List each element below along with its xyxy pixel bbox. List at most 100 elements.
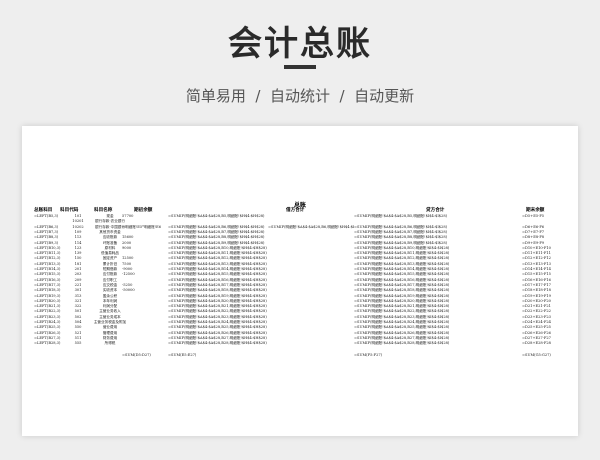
table-row: =LEFT(B24,3) 504 主营业务税金及附加 =SUMIF(明细账!$A$4:… [22, 320, 578, 325]
table-cell: =D10+E10-F10 [522, 245, 551, 250]
table-cell: 114 [74, 240, 82, 245]
table-cell: =LEFT(B7,3) [34, 229, 59, 234]
table-cell: 12500 [122, 256, 134, 261]
table-row: =LEFT(B7,3) 109 其他货币资金 =SUMIF(明细账!$A$4:$A$2… [22, 230, 578, 235]
table-cell: =D21+E21-F21 [522, 304, 551, 309]
table-cell: =SUMIF(明细账!$A$4:$A$28,B5,明细账!$I$4:$I$28) [354, 214, 448, 218]
table-cell: =LEFT(B15,3) [34, 272, 61, 277]
table-cell: 109 [74, 229, 82, 234]
table-cell: =D27+E27-F27 [522, 335, 551, 340]
table-cell: =LEFT(B23,3) [34, 314, 61, 319]
table-cell: =SUMIF(明细账!$A$4:$A$28,B11,明细账!$I$4:$I$28… [354, 251, 450, 256]
table-cell: 主营业务收入 [99, 309, 121, 314]
table-cell: =SUMIF(明细账!$A$4:$A$28,B27,明细账!$H$4:$H$28… [168, 335, 267, 340]
hero-subtitle: 简单易用 / 自动统计 / 自动更新 [185, 87, 415, 105]
table-row: =LEFT(B8,3) 113 应收账款 15600 =SUMIF(明细账!$A$4:$… [22, 235, 578, 240]
table-cell: =SUMIF(明细账!$A$4:$A$28,B26,明细账!$H$4:$H$28… [168, 330, 267, 335]
table-cell: =SUMIF(明细账!$A$4:$A$28,B8,明细账!$H$4:$H$28) [168, 235, 265, 240]
table-cell: =LEFT(B24,3) [34, 320, 61, 324]
header-account: 总账科目 [34, 208, 53, 213]
table-cell: =SUMIF(明细账!$A$4:$A$28,B25,明细账!$I$4:$I$28… [354, 325, 450, 330]
hero-title: 会计总账 [228, 24, 372, 64]
table-cell: =SUMIF(明细账!$A$4:$A$28,B21,明细账!$I$4:$I$28… [354, 304, 450, 309]
table-cell: =SUMIF(明细账!$A$4:$A$28,B7,明细账!$I$4:$I$28) [354, 229, 448, 234]
table-cell: =LEFT(B25,3) [34, 325, 61, 330]
table-cell: 313 [74, 293, 82, 298]
table-cell: =SUMIF(明细账!$A$4:$A$28,B10,明细账!$H$4:$H$28… [168, 245, 267, 250]
table-row: =LEFT(B26,3) 521 管理费用 =SUMIF(明细账!$A$4:$A$28… [22, 331, 578, 336]
table-cell: =D23+E23-F23 [522, 314, 551, 319]
table-row: =LEFT(B20,3) 321 本年利润 =SUMIF(明细账!$A$4:$A$28… [22, 299, 578, 304]
table-row: =LEFT(B18,3) 301 实收资本 -50000 =SUMIF(明细账!$A$4… [22, 288, 578, 293]
table-cell: =SUMIF(明细账!$A$4:$A$28,B14,明细账!$I$4:$I$28… [354, 267, 450, 271]
table-cell: =LEFT(B27,3) [34, 335, 61, 340]
header-opening: 期初余额 [134, 208, 153, 213]
table-cell: =LEFT(B17,3) [34, 282, 61, 287]
table-cell: =LEFT(B9,3) [34, 240, 59, 245]
table-cell: =D8+E8-F8 [522, 235, 545, 240]
table-cell: 7500 [122, 261, 132, 266]
table-cell: 181 [74, 261, 82, 266]
table-row: =LEFT(B25,3) 550 营业费用 =SUMIF(明细账!$A$4:$A$28… [22, 325, 578, 330]
table-cell: =LEFT(B28,3) [34, 341, 61, 346]
table-cell: 322 [74, 304, 82, 309]
table-cell: =D28+E28-F28 [522, 341, 551, 346]
table-cell: =SUMIF(明细账!$A$4:$A$28,B17,明细账!$I$4:$I$28… [354, 282, 450, 287]
table-row: =LEFT(B17,3) 221 应交税金 -5250 =SUMIF(明细账!$A$4:… [22, 283, 578, 288]
table-cell: =D18+E18-F18 [522, 288, 551, 293]
table-cell: =D9+E9-F9 [522, 240, 545, 245]
table-cell: =SUMIF(明细账!$A$4:$A$28,B10,明细账!$I$4:$I$28… [354, 245, 450, 250]
table-cell: 201 [74, 267, 82, 271]
table-cell: 银行存款-农业银行 [95, 219, 125, 224]
table-row: =LEFT(B21,3) 322 利润分配 =SUMIF(明细账!$A$4:$A$28… [22, 304, 578, 309]
table-cell: =D15+E15-F15 [522, 272, 551, 277]
total-credit: =SUM(F5:F27) [354, 353, 383, 357]
header-closing: 期末余额 [526, 208, 545, 213]
table-row: =LEFT(B9,3) 114 坏账准备 2000 =SUMIF(明细账!$A$4:$A… [22, 241, 578, 246]
table-cell: 139 [74, 251, 82, 256]
table-cell: =LEFT(B12,3) [34, 256, 61, 261]
table-cell: =SUMIF(明细账!$A$4:$A$28,B24,明细账!$H$4:$H$28… [168, 320, 267, 324]
table-cell: 511 [74, 335, 82, 340]
table-cell: 221 [74, 282, 82, 287]
table-cell: 9000 [122, 245, 132, 250]
table-cell: =SUMIF(明细账!$A$4:$A$28,B26,明细账!$I$4:$I$28… [354, 330, 450, 335]
table-cell: 管理费用 [102, 330, 118, 335]
table-cell: -9000 [122, 267, 133, 271]
table-cell: =D16+E16-F16 [522, 277, 551, 282]
table-cell: =D13+E13-F13 [522, 261, 551, 266]
table-row: =LEFT(B19,3) 313 盈余公积 =SUMIF(明细账!$A$4:$A$28… [22, 294, 578, 299]
table-cell: =LEFT(B26,3) [34, 330, 61, 335]
table-cell: =SUMIF(明细账!$A$4:$A$28,B9,明细账!$I$4:$I$28) [354, 240, 448, 245]
table-row: =LEFT(B10,3) 123 原材料 9000 =SUMIF(明细账!$A$4:$A… [22, 246, 578, 251]
table-cell: 10202 [72, 224, 84, 229]
table-cell: =SUMIF(明细账!$A$4:$A$28,B9,明细账!$H$4:$H$28) [168, 240, 265, 245]
table-cell: =SUMIF(明细账!$A$4:$A$28,B12,明细账!$I$4:$I$28… [354, 256, 450, 261]
table-cell: =D22+E22-F22 [522, 309, 551, 314]
table-cell: =SUMIF(明细账!$A$4:$A$28,B28,明细账!$H$4:$H$28… [168, 341, 267, 346]
table-cell: 504 [74, 320, 82, 324]
table-cell: 502 [74, 314, 82, 319]
table-cell: 57700 [122, 214, 134, 218]
table-cell: -12500 [122, 272, 135, 277]
table-row: =LEFT(B15,3) 203 应付账款 -12500 =SUMIF(明细账!$A$4… [22, 272, 578, 277]
table-cell: 主营业务税金及附加 [93, 320, 127, 324]
table-row: =LEFT(B11,3) 139 低值易耗品 =SUMIF(明细账!$A$4:$A$2… [22, 251, 578, 256]
table-cell: 盈余公积 [102, 293, 118, 298]
table-cell: =SUMIF(明细账!$A$4:$A$28,B25,明细账!$H$4:$H$28… [168, 325, 267, 330]
table-row: =LEFT(B22,3) 501 主营业务收入 =SUMIF(明细账!$A$4:$A$… [22, 309, 578, 314]
table-row: =LEFT(B14,3) 201 短期借款 -9000 =SUMIF(明细账!$A$4:… [22, 267, 578, 272]
total-debit: =SUM(E5:E27) [168, 353, 197, 357]
table-cell: =SUMIF(明细账!$A$4:$A$28,B7,明细账!$H$4:$H$28) [168, 229, 265, 234]
table-cell: -5250 [122, 282, 133, 287]
table-cell: =D12+E12-F12 [522, 256, 551, 261]
table-cell: =SUMIF(明细账!$A$4:$A$28,B20,明细账!$I$4:$I$28… [354, 298, 450, 303]
table-cell: =D17+E17-F17 [522, 282, 551, 287]
table-cell: =SUMIF(明细账!$A$4:$A$28,B19,明细账!$I$4:$I$28… [354, 293, 450, 298]
header-debit: 借方合计 [286, 208, 305, 213]
table-cell: =SUMIF(明细账!$A$4:$A$28,B8,明细账!$I$4:$I$28) [354, 235, 448, 240]
table-cell: =LEFT(B19,3) [34, 293, 61, 298]
table-cell: =SUMIF(明细账!$A$4:$A$28,B20,明细账!$H$4:$H$28… [168, 298, 267, 303]
table-cell: =D24+E24-F24 [522, 320, 551, 324]
table-cell: =D19+E19-F19 [522, 293, 551, 298]
